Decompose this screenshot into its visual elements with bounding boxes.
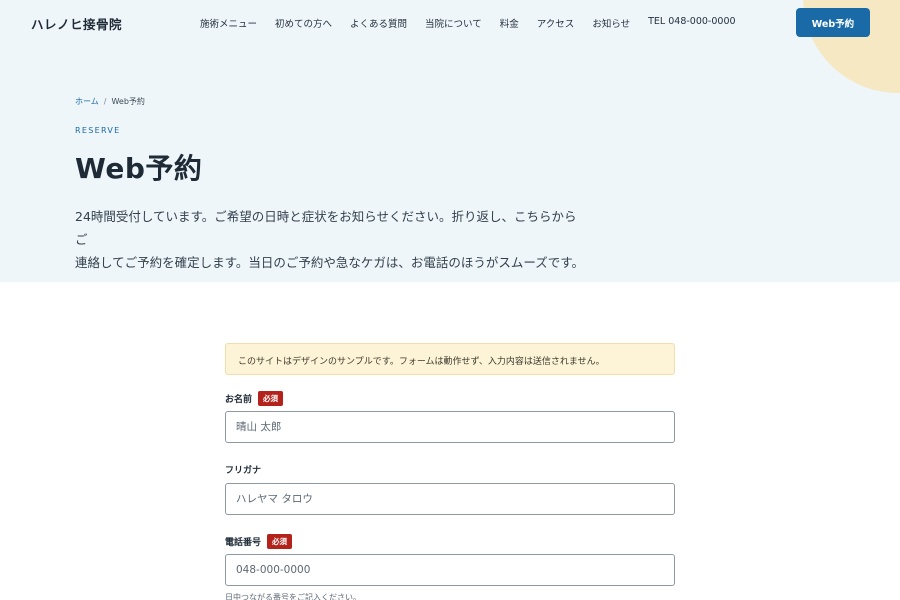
- nav-item-first-visit[interactable]: 初めての方へ: [275, 16, 332, 30]
- sample-notice: このサイトはデザインのサンプルです。フォームは動作せず、入力内容は送信されません…: [225, 343, 675, 375]
- main-nav: 施術メニュー 初めての方へ よくある質問 当院について 料金 アクセス お知らせ…: [200, 16, 736, 30]
- web-reserve-button[interactable]: Web予約: [796, 8, 870, 37]
- name-input[interactable]: [225, 411, 675, 443]
- breadcrumb-separator: /: [103, 97, 107, 106]
- nav-item-news[interactable]: お知らせ: [592, 16, 630, 30]
- lead-line-1: 24時間受付しています。ご希望の日時と症状をお知らせください。折り返し、こちらか…: [75, 209, 577, 247]
- kana-label-text: フリガナ: [225, 466, 262, 476]
- nav-item-about[interactable]: 当院について: [425, 16, 482, 30]
- section-eyebrow: RESERVE: [75, 126, 121, 135]
- kana-input[interactable]: [225, 483, 675, 515]
- phone-input[interactable]: [225, 554, 675, 586]
- required-badge: 必須: [267, 534, 293, 549]
- nav-item-phone[interactable]: TEL 048-000-0000: [648, 16, 735, 30]
- nav-item-treatment-menu[interactable]: 施術メニュー: [200, 16, 257, 30]
- nav-item-access[interactable]: アクセス: [537, 16, 575, 30]
- phone-hint: 日中つながる番号をご記入ください。: [225, 593, 361, 600]
- page-lead: 24時間受付しています。ご希望の日時と症状をお知らせください。折り返し、こちらか…: [75, 205, 585, 274]
- nav-item-pricing[interactable]: 料金: [500, 16, 519, 30]
- breadcrumb: ホーム / Web予約: [75, 96, 145, 107]
- breadcrumb-current: Web予約: [111, 97, 145, 106]
- phone-label: 電話番号 必須: [225, 534, 293, 549]
- name-label-text: お名前: [225, 395, 253, 405]
- phone-label-text: 電話番号: [225, 538, 262, 548]
- required-badge: 必須: [258, 391, 284, 406]
- breadcrumb-home-link[interactable]: ホーム: [75, 97, 99, 106]
- page-title: Web予約: [75, 152, 203, 185]
- name-label: お名前 必須: [225, 391, 284, 406]
- site-header: ハレノヒ接骨院 施術メニュー 初めての方へ よくある質問 当院について 料金 ア…: [0, 0, 900, 46]
- kana-label: フリガナ: [225, 463, 261, 476]
- site-logo[interactable]: ハレノヒ接骨院: [31, 14, 122, 33]
- lead-line-2: 連絡してご予約を確定します。当日のご予約や急なケガは、お電話のほうがスムーズです…: [75, 255, 585, 270]
- nav-item-faq[interactable]: よくある質問: [350, 16, 407, 30]
